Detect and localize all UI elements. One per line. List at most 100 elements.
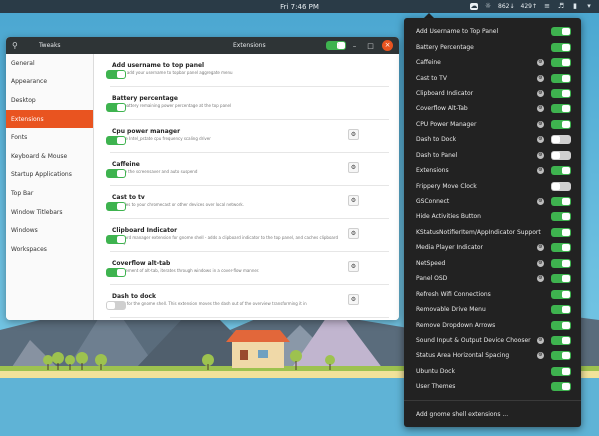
menu-item[interactable]: User Themes: [404, 379, 581, 394]
settings-gear-icon[interactable]: ⚙: [537, 105, 544, 113]
menu-item-toggle[interactable]: [551, 366, 571, 376]
settings-gear-icon[interactable]: ⚙: [348, 294, 359, 305]
menu-item[interactable]: Frippery Move Clock: [404, 178, 581, 193]
menu-item-toggle[interactable]: [551, 351, 571, 361]
menu-item[interactable]: Sound Input & Output Device Chooser ⚙: [404, 333, 581, 348]
sidebar-item[interactable]: Top Bar: [6, 184, 93, 203]
menu-item-toggle[interactable]: [551, 243, 571, 253]
clock[interactable]: Fri 7:46 PM: [280, 3, 319, 11]
extension-toggle[interactable]: [106, 70, 126, 79]
add-extensions-link[interactable]: Add gnome shell extensions ...: [416, 411, 508, 418]
settings-gear-icon[interactable]: ⚙: [348, 228, 359, 239]
menu-item[interactable]: Coverflow Alt-Tab ⚙: [404, 101, 581, 116]
close-button[interactable]: ×: [382, 40, 393, 51]
settings-gear-icon[interactable]: ⚙: [537, 89, 544, 97]
search-icon[interactable]: ⚲: [12, 41, 22, 51]
settings-gear-icon[interactable]: ⚙: [537, 59, 544, 67]
menu-item[interactable]: Battery Percentage: [404, 39, 581, 54]
menu-item-toggle[interactable]: [551, 305, 571, 315]
menu-item-toggle[interactable]: [551, 335, 571, 345]
menu-item[interactable]: Cast to TV ⚙: [404, 70, 581, 85]
maximize-button[interactable]: □: [366, 41, 375, 51]
menu-item[interactable]: GSConnect ⚙: [404, 194, 581, 209]
battery-icon[interactable]: ▮: [571, 3, 579, 10]
menu-item[interactable]: CPU Power Manager ⚙: [404, 117, 581, 132]
extension-toggle[interactable]: [106, 301, 126, 310]
extension-toggle[interactable]: [106, 235, 126, 244]
menu-item[interactable]: Caffeine ⚙: [404, 55, 581, 70]
menu-item-toggle[interactable]: [551, 27, 571, 37]
menu-item-toggle[interactable]: [551, 212, 571, 222]
settings-gear-icon[interactable]: ⚙: [537, 136, 544, 144]
menu-item-toggle[interactable]: [551, 320, 571, 330]
extension-toggle[interactable]: [106, 136, 126, 145]
menu-item-toggle[interactable]: [551, 181, 571, 191]
settings-gear-icon[interactable]: ⚙: [537, 167, 544, 175]
settings-gear-icon[interactable]: ⚙: [537, 259, 544, 267]
settings-gear-icon[interactable]: ⚙: [537, 151, 544, 159]
menu-item[interactable]: KStatusNotifierItem/AppIndicator Support: [404, 225, 581, 240]
settings-gear-icon[interactable]: ⚙: [348, 162, 359, 173]
weather-icon[interactable]: ☼: [484, 3, 492, 10]
sidebar-item[interactable]: Window Titlebars: [6, 203, 93, 222]
menu-item[interactable]: Dash to Dock ⚙: [404, 132, 581, 147]
menu-item-toggle[interactable]: [551, 58, 571, 68]
menu-item-toggle[interactable]: [551, 258, 571, 268]
settings-gear-icon[interactable]: ⚙: [348, 261, 359, 272]
settings-gear-icon[interactable]: ⚙: [537, 275, 544, 283]
menu-item-toggle[interactable]: [551, 166, 571, 176]
minimize-button[interactable]: –: [350, 41, 359, 51]
sidebar-item[interactable]: Extensions: [6, 109, 93, 129]
menu-item-toggle[interactable]: [551, 88, 571, 98]
extension-toggle[interactable]: [106, 268, 126, 277]
sidebar-item[interactable]: General: [6, 54, 93, 73]
menu-item[interactable]: Add Username to Top Panel: [404, 24, 581, 39]
menu-item-toggle[interactable]: [551, 274, 571, 284]
settings-gear-icon[interactable]: ⚙: [537, 198, 544, 206]
extension-toggle[interactable]: [106, 169, 126, 178]
menu-item-toggle[interactable]: [551, 227, 571, 237]
network-icon[interactable]: ≡: [543, 3, 551, 10]
menu-item[interactable]: Removable Drive Menu: [404, 302, 581, 317]
menu-item[interactable]: Remove Dropdown Arrows: [404, 317, 581, 332]
menu-item[interactable]: Dash to Panel ⚙: [404, 148, 581, 163]
sidebar-item[interactable]: Startup Applications: [6, 166, 93, 185]
settings-gear-icon[interactable]: ⚙: [537, 244, 544, 252]
menu-item-toggle[interactable]: [551, 382, 571, 392]
volume-icon[interactable]: ♬: [557, 3, 565, 10]
menu-item-toggle[interactable]: [551, 104, 571, 114]
menu-item-toggle[interactable]: [551, 73, 571, 83]
net-down-speed[interactable]: 862↓: [498, 3, 514, 10]
menu-item-toggle[interactable]: [551, 135, 571, 145]
menu-item[interactable]: Status Area Horizontal Spacing ⚙: [404, 348, 581, 363]
menu-item[interactable]: Ubuntu Dock: [404, 364, 581, 379]
menu-item[interactable]: Panel OSD ⚙: [404, 271, 581, 286]
menu-item-toggle[interactable]: [551, 197, 571, 207]
sidebar-item[interactable]: Desktop: [6, 91, 93, 110]
settings-gear-icon[interactable]: ⚙: [537, 336, 544, 344]
power-icon[interactable]: ▾: [585, 3, 593, 10]
settings-gear-icon[interactable]: ⚙: [537, 74, 544, 82]
menu-item[interactable]: Extensions ⚙: [404, 163, 581, 178]
settings-gear-icon[interactable]: ⚙: [537, 120, 544, 128]
menu-item-toggle[interactable]: [551, 119, 571, 129]
extension-toggle[interactable]: [106, 202, 126, 211]
net-up-speed[interactable]: 429↑: [521, 3, 537, 10]
menu-icon[interactable]: ⋮: [334, 41, 343, 51]
sidebar-item[interactable]: Windows: [6, 221, 93, 240]
menu-item[interactable]: Media Player Indicator ⚙: [404, 240, 581, 255]
menu-item-toggle[interactable]: [551, 42, 571, 52]
sidebar-item[interactable]: Keyboard & Mouse: [6, 147, 93, 166]
sidebar-item[interactable]: Appearance: [6, 73, 93, 92]
menu-item-toggle[interactable]: [551, 289, 571, 299]
menu-item[interactable]: Refresh Wifi Connections: [404, 286, 581, 301]
settings-gear-icon[interactable]: ⚙: [537, 352, 544, 360]
extensions-icon[interactable]: ☁: [470, 3, 479, 10]
menu-item-toggle[interactable]: [551, 150, 571, 160]
sidebar-item[interactable]: Workspaces: [6, 240, 93, 259]
extension-toggle[interactable]: [106, 103, 126, 112]
settings-gear-icon[interactable]: ⚙: [348, 129, 359, 140]
menu-item[interactable]: Clipboard Indicator ⚙: [404, 86, 581, 101]
sidebar-item[interactable]: Fonts: [6, 128, 93, 147]
menu-item[interactable]: NetSpeed ⚙: [404, 256, 581, 271]
